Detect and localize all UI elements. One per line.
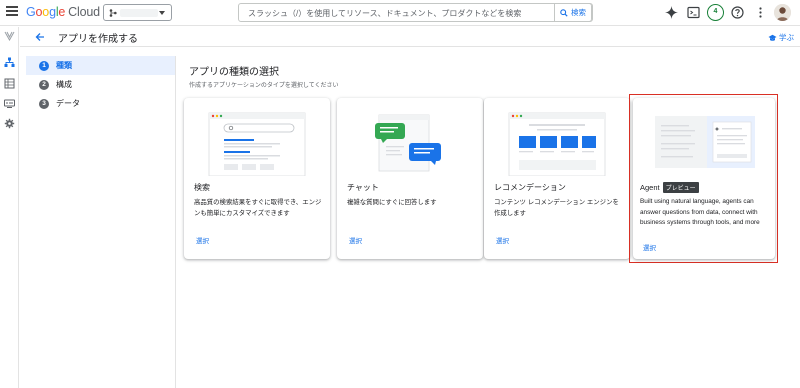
page-header: アプリを作成する 学ぶ <box>20 27 800 47</box>
help-icon[interactable] <box>730 5 745 20</box>
agent-illustration-icon <box>655 116 755 168</box>
gemini-sparkle-icon[interactable] <box>664 5 679 20</box>
main-menu-icon[interactable] <box>6 6 18 18</box>
project-picker[interactable] <box>103 4 172 21</box>
preview-badge: プレビュー <box>662 182 699 193</box>
card-description: 高品質の検索結果をすぐに取得でき、エンジンも簡単にカスタマイズできます <box>194 199 322 217</box>
search-illustration-icon <box>208 112 306 176</box>
select-link[interactable]: 選択 <box>196 235 209 245</box>
section-heading: アプリの種類の選択 <box>189 67 279 78</box>
card-description: 複雑な質問にすぐに回答します <box>347 199 437 206</box>
top-bar: GoogleCloud 検索 4 <box>0 0 800 26</box>
terminal-icon[interactable] <box>686 5 701 20</box>
project-tree-icon <box>109 9 117 17</box>
card-title: レコメンデーション <box>494 183 566 192</box>
settings-gear-icon[interactable] <box>4 118 15 129</box>
monitoring-icon[interactable] <box>4 98 15 109</box>
card-description: Built using natural language, agents can… <box>640 198 760 226</box>
step-data[interactable]: 3 データ <box>26 94 175 113</box>
chat-illustration-icon <box>375 114 441 172</box>
agent-builder-logo-icon[interactable] <box>4 30 15 41</box>
search-input[interactable] <box>248 6 548 20</box>
app-type-card-recommendation[interactable]: レコメンデーション コンテンツ レコメンデーション エンジンを作成します 選択 <box>484 98 630 259</box>
app-type-card-search[interactable]: 検索 高品質の検索結果をすぐに取得でき、エンジンも簡単にカスタマイズできます 選… <box>184 98 330 259</box>
step-configuration[interactable]: 2 構成 <box>26 75 175 94</box>
card-title: 検索 <box>194 183 210 192</box>
select-link[interactable]: 選択 <box>643 242 656 252</box>
select-link[interactable]: 選択 <box>349 235 362 245</box>
more-vert-icon[interactable] <box>753 5 768 20</box>
left-rail <box>0 27 19 388</box>
step-type[interactable]: 1 種類 <box>26 56 175 75</box>
notifications-badge[interactable]: 4 <box>707 4 724 21</box>
card-description: コンテンツ レコメンデーション エンジンを作成します <box>494 199 619 217</box>
card-title: チャット <box>347 183 379 192</box>
create-app-stepper: 1 種類 2 構成 3 データ <box>26 56 176 388</box>
section-subheading: 作成するアプリケーションのタイプを選択してください <box>189 83 339 89</box>
chevron-down-icon <box>159 11 165 15</box>
google-cloud-logo[interactable]: Google Cloud <box>26 5 100 19</box>
search-icon <box>560 8 568 17</box>
app-type-card-chat[interactable]: チャット 複雑な質問にすぐに回答します 選択 <box>337 98 483 259</box>
card-title: Agent <box>640 183 660 192</box>
user-photo-icon <box>774 4 791 21</box>
account-avatar[interactable] <box>774 4 791 21</box>
data-stores-icon[interactable] <box>4 78 15 89</box>
project-name-redacted <box>120 9 158 17</box>
search-button[interactable]: 検索 <box>554 3 592 22</box>
school-cap-icon <box>768 34 777 41</box>
learn-link[interactable]: 学ぶ <box>768 32 794 43</box>
apps-hierarchy-icon[interactable] <box>4 57 15 68</box>
app-type-card-agent[interactable]: Agent プレビュー Built using natural language… <box>633 98 775 259</box>
recommendation-illustration-icon <box>508 112 606 176</box>
select-link[interactable]: 選択 <box>496 235 509 245</box>
back-arrow-icon[interactable] <box>34 31 46 43</box>
search-bar: 検索 <box>238 3 593 22</box>
page-title: アプリを作成する <box>58 34 138 45</box>
card-title-row: Agent プレビュー <box>640 182 699 193</box>
